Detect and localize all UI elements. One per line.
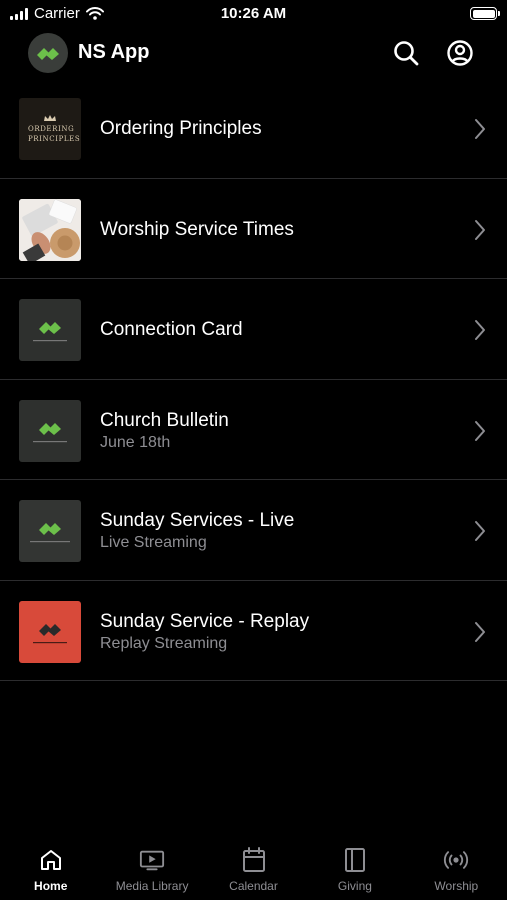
tab-label: Giving	[337, 879, 372, 893]
list-item-sunday-services-live[interactable]: Sunday Services - Live Live Streaming	[0, 480, 507, 581]
worship-photo-thumbnail	[19, 198, 81, 261]
ns-logo-icon	[39, 322, 61, 334]
thumbnail-text: ORDERING PRINCIPLES	[28, 124, 81, 143]
item-title: Sunday Services - Live	[100, 510, 295, 531]
item-subtitle: Live Streaming	[100, 534, 207, 551]
item-title: Worship Service Times	[100, 218, 294, 240]
list-item-ordering-principles[interactable]: ORDERING PRINCIPLES Ordering Principles	[0, 78, 507, 179]
list-item-church-bulletin[interactable]: Church Bulletin June 18th	[0, 380, 507, 480]
ns-logo-thumbnail	[19, 399, 81, 462]
list-item-connection-card[interactable]: Connection Card	[0, 279, 507, 380]
tab-worship[interactable]: Worship	[406, 840, 507, 900]
tab-label: Media Library	[115, 879, 189, 893]
ns-logo-thumbnail	[19, 500, 81, 562]
tab-media-library[interactable]: Media Library	[101, 840, 202, 900]
chevron-right-icon	[475, 521, 485, 541]
ns-logo-icon	[39, 523, 61, 535]
ns-logo-red-thumbnail	[19, 600, 81, 663]
search-button[interactable]	[391, 38, 421, 68]
status-bar: Carrier 10:26 AM	[0, 0, 507, 30]
tab-calendar[interactable]: Calendar	[203, 840, 304, 900]
status-time: 10:26 AM	[220, 5, 287, 22]
list-item-sunday-service-replay[interactable]: Sunday Service - Replay Replay Streaming	[0, 581, 507, 681]
ns-logo-icon	[39, 623, 61, 636]
tab-label: Worship	[434, 879, 479, 893]
ns-logo-thumbnail	[19, 299, 81, 361]
calendar-icon	[242, 847, 265, 872]
battery-icon	[470, 7, 500, 20]
item-subtitle: June 18th	[100, 433, 171, 451]
chevron-right-icon	[475, 420, 485, 441]
tab-bar: Home Media Library Calendar Giving Worsh…	[0, 840, 507, 900]
item-title: Church Bulletin	[100, 409, 229, 431]
content-list: ORDERING PRINCIPLES Ordering Principles …	[0, 78, 507, 681]
item-title: Ordering Principles	[100, 118, 262, 139]
tab-label: Calendar	[229, 879, 278, 893]
chevron-right-icon	[475, 320, 485, 340]
home-icon	[40, 850, 61, 870]
profile-icon	[447, 40, 473, 66]
chevron-right-icon	[475, 621, 485, 642]
tab-giving[interactable]: Giving	[304, 840, 405, 900]
media-library-icon	[140, 850, 165, 871]
app-header: NS App	[0, 30, 507, 78]
chevron-right-icon	[475, 219, 485, 240]
item-subtitle: Replay Streaming	[100, 634, 228, 652]
list-item-worship-service-times[interactable]: Worship Service Times	[0, 179, 507, 279]
ns-logo-icon	[28, 33, 68, 73]
giving-icon	[344, 848, 365, 872]
tab-home[interactable]: Home	[0, 840, 101, 900]
ordering-principles-thumbnail: ORDERING PRINCIPLES	[19, 98, 81, 160]
profile-button[interactable]	[445, 38, 475, 68]
item-title: Connection Card	[100, 319, 243, 340]
item-title: Sunday Service - Replay	[100, 610, 310, 632]
ns-logo-icon	[39, 422, 61, 435]
search-icon	[394, 41, 419, 66]
tab-label: Home	[34, 879, 68, 893]
chevron-right-icon	[475, 119, 485, 139]
broadcast-icon	[444, 851, 469, 869]
app-title: NS App	[78, 41, 150, 63]
